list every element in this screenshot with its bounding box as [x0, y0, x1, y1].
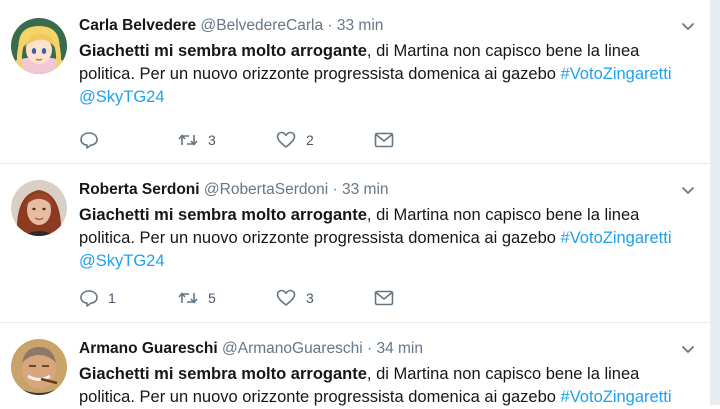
tweet-text-bold: Giachetti mi sembra molto arrogante — [79, 206, 367, 224]
reply-button[interactable]: 1 — [79, 288, 177, 308]
profile-photo-icon — [11, 339, 67, 395]
reply-icon — [80, 290, 98, 307]
author-handle[interactable]: @ArmanoGuareschi — [222, 340, 363, 357]
separator-dot: · — [332, 181, 338, 198]
tweet[interactable]: Roberta Serdoni @RobertaSerdoni · 33 min… — [0, 164, 710, 323]
like-icon — [276, 131, 296, 148]
timestamp[interactable]: 33 min — [342, 181, 389, 198]
direct-message-icon — [374, 290, 394, 306]
author-name[interactable]: Armano Guareschi — [79, 340, 218, 357]
direct-message-icon — [374, 132, 394, 148]
tweet-text: Giachetti mi sembra molto arrogante, di … — [79, 204, 699, 273]
reply-icon — [80, 132, 98, 149]
like-icon — [276, 289, 296, 306]
tweet[interactable]: Carla Belvedere @BelvedereCarla · 33 min… — [0, 0, 710, 164]
reply-button[interactable] — [79, 130, 177, 150]
avatar[interactable] — [11, 18, 67, 74]
like-count: 2 — [306, 132, 314, 148]
chevron-down-icon[interactable] — [680, 182, 696, 198]
avatar[interactable] — [11, 339, 67, 395]
chevron-down-icon[interactable] — [680, 18, 696, 34]
reply-count: 1 — [108, 290, 116, 306]
author-handle[interactable]: @BelvedereCarla — [201, 17, 324, 34]
timestamp[interactable]: 34 min — [376, 340, 423, 357]
tweet-header: Roberta Serdoni @RobertaSerdoni · 33 min — [79, 180, 389, 200]
retweet-icon — [178, 134, 198, 146]
tweet-text-bold: Giachetti mi sembra molto arrogante — [79, 42, 367, 60]
cartoon-avatar-icon — [11, 18, 67, 74]
timestamp[interactable]: 33 min — [337, 17, 384, 34]
hashtag-link[interactable]: #VotoZingaretti — [561, 388, 672, 406]
hashtag-link[interactable]: #VotoZingaretti — [561, 229, 672, 247]
page-gutter — [710, 0, 720, 405]
tweet-header: Carla Belvedere @BelvedereCarla · 33 min — [79, 16, 383, 36]
chevron-down-icon[interactable] — [680, 341, 696, 357]
retweet-icon — [178, 292, 198, 304]
tweet-actions: 1 5 3 — [79, 288, 471, 308]
profile-photo-icon — [11, 180, 67, 236]
retweet-button[interactable]: 5 — [177, 288, 275, 308]
like-button[interactable]: 3 — [275, 288, 373, 308]
tweet-actions: 3 2 — [79, 130, 471, 150]
tweet-text: Giachetti mi sembra molto arrogante, di … — [79, 40, 699, 109]
author-name[interactable]: Roberta Serdoni — [79, 181, 200, 198]
separator-dot: · — [366, 340, 373, 357]
author-name[interactable]: Carla Belvedere — [79, 17, 196, 34]
tweet-header: Armano Guareschi @ArmanoGuareschi · 34 m… — [79, 339, 423, 359]
like-button[interactable]: 2 — [275, 130, 373, 150]
retweet-button[interactable]: 3 — [177, 130, 275, 150]
direct-message-button[interactable] — [373, 130, 471, 150]
tweet-text: Giachetti mi sembra molto arrogante, di … — [79, 363, 699, 409]
retweet-count: 5 — [208, 290, 216, 306]
hashtag-link[interactable]: #VotoZingaretti — [561, 65, 672, 83]
like-count: 3 — [306, 290, 314, 306]
tweet-feed: Carla Belvedere @BelvedereCarla · 33 min… — [0, 0, 710, 406]
author-handle[interactable]: @RobertaSerdoni — [204, 181, 328, 198]
direct-message-button[interactable] — [373, 288, 471, 308]
mention-link[interactable]: @SkyTG24 — [79, 252, 165, 270]
avatar[interactable] — [11, 180, 67, 236]
tweet[interactable]: Armano Guareschi @ArmanoGuareschi · 34 m… — [0, 323, 710, 406]
separator-dot: · — [327, 17, 333, 34]
tweet-text-bold: Giachetti mi sembra molto arrogante — [79, 365, 367, 383]
retweet-count: 3 — [208, 132, 216, 148]
mention-link[interactable]: @SkyTG24 — [79, 88, 165, 106]
